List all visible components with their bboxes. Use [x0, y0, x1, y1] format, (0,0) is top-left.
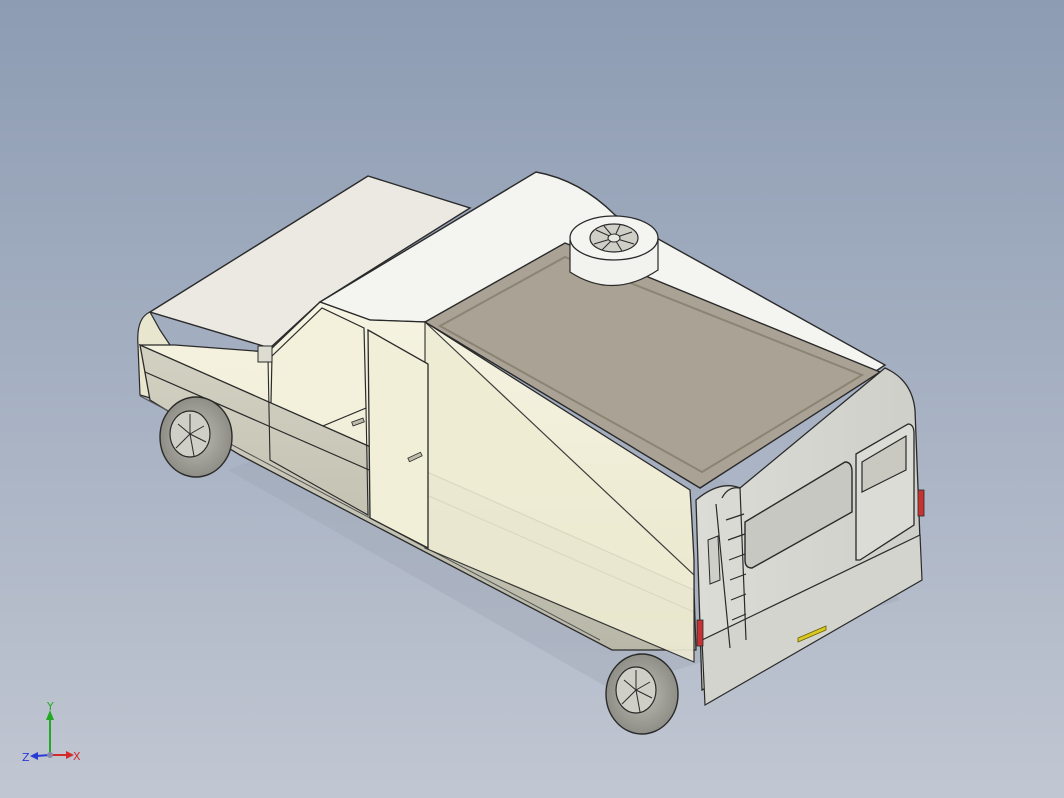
triad-x-label: X — [73, 750, 81, 763]
side-mirror — [257, 345, 273, 363]
triad-z-arrow — [30, 752, 38, 760]
camper-van-model[interactable] — [0, 0, 1064, 798]
coordinate-triad: Y X Z — [22, 700, 81, 764]
front-wheel — [159, 396, 233, 478]
tail-light-right — [917, 489, 925, 517]
tail-light-left — [696, 619, 704, 647]
side-door[interactable] — [367, 328, 429, 550]
rear-wheel — [605, 653, 679, 735]
rear-side-window — [707, 535, 721, 585]
triad-z-label: Z — [22, 751, 30, 764]
triad-y-label: Y — [46, 700, 54, 713]
graphics-viewport[interactable]: Y X Z — [0, 0, 1064, 798]
roof-fan — [569, 215, 659, 287]
triad-origin — [47, 752, 53, 758]
